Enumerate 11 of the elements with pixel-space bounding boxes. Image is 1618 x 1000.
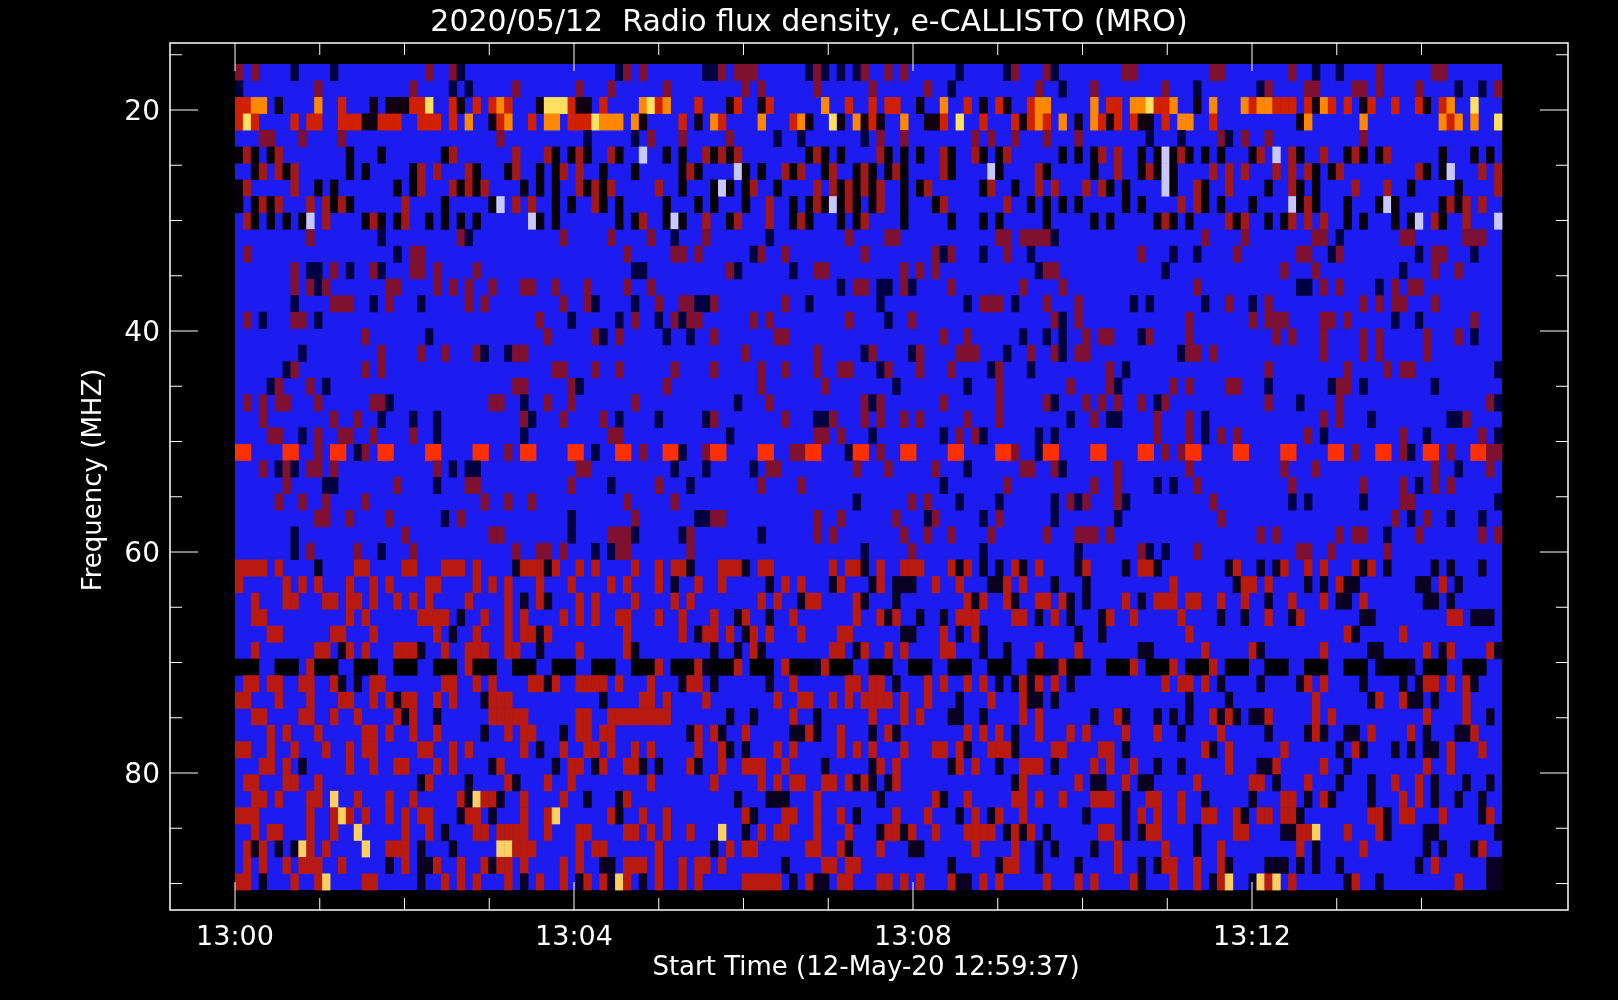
axis-tick-label: 20 (124, 94, 160, 127)
axis-label: Frequency (MHZ) (77, 368, 107, 592)
axis-tick-label: 13:08 (874, 920, 952, 951)
axis-tick-label: 40 (124, 315, 160, 348)
axis-tick-label: 60 (124, 536, 160, 569)
axis-label: Start Time (12-May-20 12:59:37) (652, 951, 1080, 981)
axis-tick-label: 13:04 (535, 920, 613, 951)
plot-title: 2020/05/12 Radio flux density, e-CALLISTO (MRO) (430, 3, 1188, 38)
axis-tick-label: 80 (124, 757, 160, 790)
axis-tick-label: 13:12 (1213, 920, 1291, 951)
axis-tick-label: 13:00 (196, 920, 274, 951)
